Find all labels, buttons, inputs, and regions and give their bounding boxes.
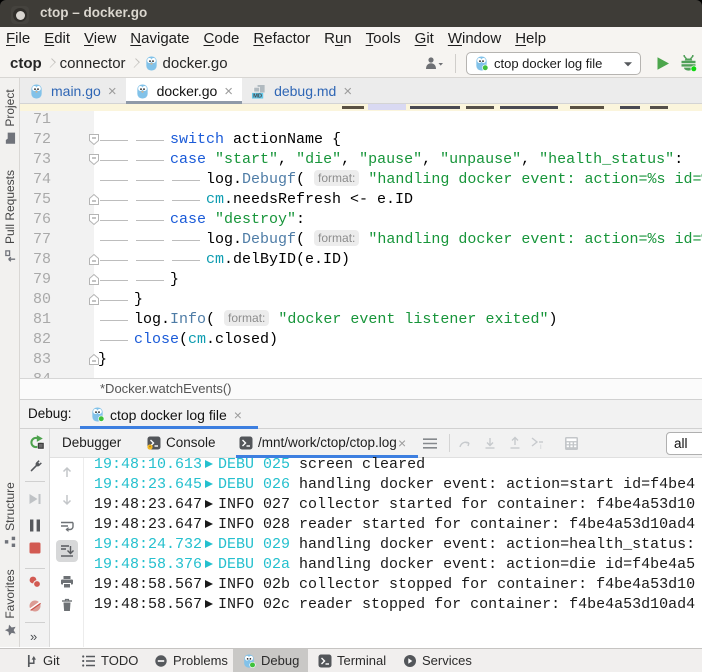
svg-text:MD: MD — [253, 93, 262, 98]
svg-text:I: I — [540, 445, 542, 450]
